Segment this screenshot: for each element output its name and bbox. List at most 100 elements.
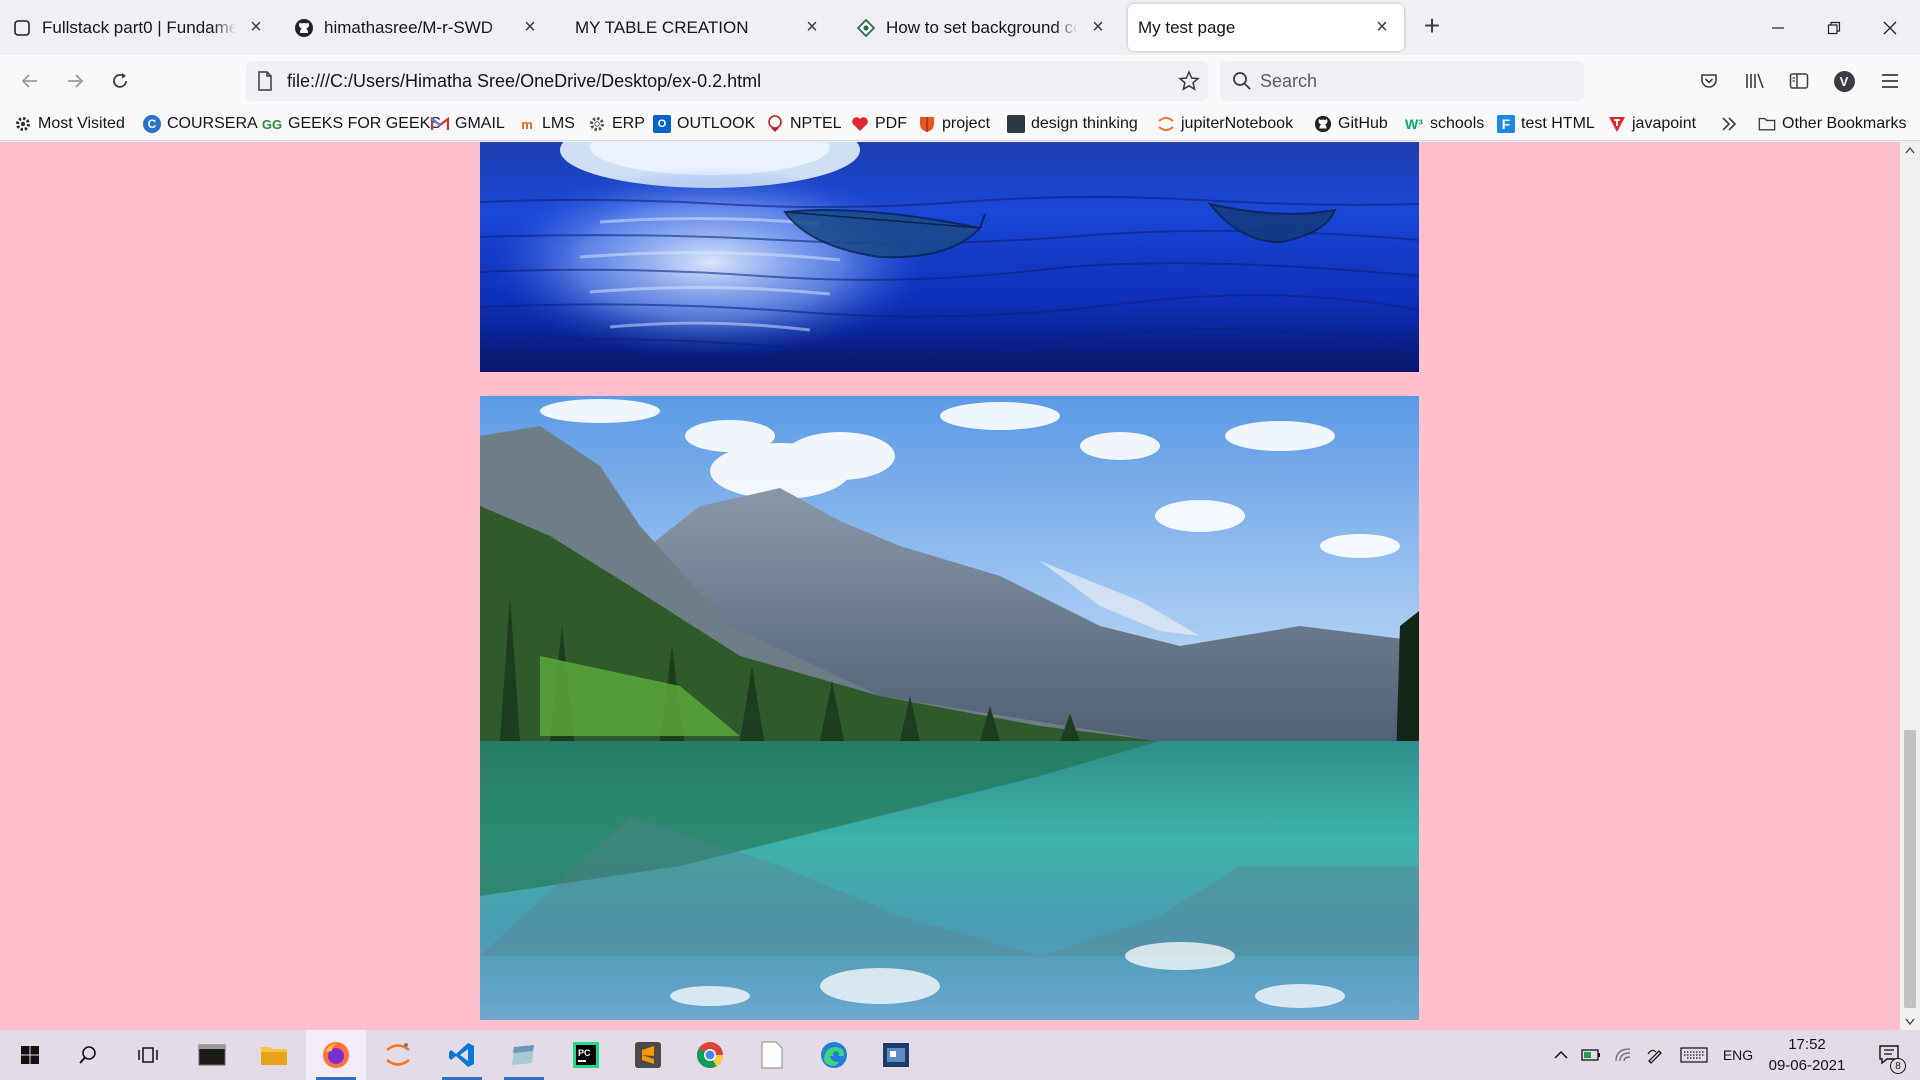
new-tab-button[interactable]: + (1418, 12, 1446, 42)
app-blue[interactable] (494, 1030, 554, 1080)
bookmark-gmail[interactable]: GMAIL (431, 112, 505, 136)
battery-tray-icon[interactable] (1580, 1030, 1602, 1080)
bookmark-label: GitHub (1338, 115, 1388, 132)
page-scrollbar[interactable] (1900, 142, 1920, 1030)
app-window-icon (883, 1043, 909, 1067)
bookmarks-overflow-button[interactable] (1720, 112, 1738, 136)
restore-button[interactable] (1816, 10, 1852, 46)
library-icon[interactable] (1740, 66, 1770, 96)
bookmark-schools[interactable]: W³ schools (1404, 112, 1484, 136)
sidebar-icon[interactable] (1784, 66, 1814, 96)
back-button[interactable] (15, 66, 45, 96)
search-bar[interactable] (1220, 61, 1584, 101)
bookmark-most-visited[interactable]: Most Visited (14, 112, 125, 136)
pycharm-app[interactable]: PC (556, 1030, 616, 1080)
notepad-app[interactable] (742, 1030, 802, 1080)
chevron-double-right-icon (1720, 115, 1738, 133)
tab-fullstack[interactable]: Fullstack part0 | Fundamentals of Web ap… (0, 4, 278, 51)
other-bookmarks-label: Other Bookmarks (1782, 115, 1907, 132)
windows-icon (21, 1046, 39, 1064)
bookmark-coursera[interactable]: C COURSERA (143, 112, 258, 136)
reload-button[interactable] (105, 66, 135, 96)
star-icon[interactable] (1178, 70, 1200, 97)
url-bar[interactable]: file:///C:/Users/Himatha Sree/OneDrive/D… (246, 61, 1208, 101)
close-icon[interactable]: × (802, 17, 822, 38)
url-text[interactable]: file:///C:/Users/Himatha Sree/OneDrive/D… (287, 71, 761, 92)
bookmark-label: OUTLOOK (677, 115, 756, 132)
chevron-up-icon (1554, 1050, 1568, 1059)
scroll-down-icon[interactable] (1905, 1018, 1915, 1026)
close-icon[interactable]: × (1088, 17, 1108, 38)
wifi-tray-icon[interactable] (1612, 1030, 1634, 1080)
firefox-app[interactable] (306, 1030, 366, 1080)
close-icon[interactable]: × (1372, 17, 1392, 38)
bookmark-pdf[interactable]: PDF (851, 112, 907, 136)
forward-button[interactable] (60, 66, 90, 96)
tab-background-color[interactable]: How to set background color × (844, 4, 1120, 51)
start-button[interactable] (0, 1030, 60, 1080)
edge-app[interactable] (804, 1030, 864, 1080)
bookmark-test-html[interactable]: F test HTML (1497, 112, 1595, 136)
close-icon[interactable]: × (246, 17, 266, 38)
wifi-icon (1615, 1048, 1631, 1062)
scrollbar-thumb[interactable] (1904, 730, 1916, 1008)
bookmark-label: jupiterNotebook (1181, 115, 1294, 132)
notifications-button[interactable]: 8 (1870, 1030, 1910, 1080)
profile-letter: V (1833, 70, 1855, 92)
nptel-icon (766, 115, 784, 133)
show-hidden-icons-button[interactable] (1550, 1030, 1572, 1080)
search-taskbar-button[interactable] (58, 1030, 118, 1080)
minimize-button[interactable] (1760, 10, 1796, 46)
gear-icon (588, 115, 606, 133)
menu-icon[interactable] (1875, 66, 1905, 96)
task-view-button[interactable] (118, 1030, 178, 1080)
bookmark-javapoint[interactable]: javapoint (1608, 112, 1696, 136)
tab-my-test-page[interactable]: My test page × (1128, 4, 1404, 51)
chrome-icon (696, 1042, 724, 1069)
sublime-app[interactable] (618, 1030, 678, 1080)
scroll-up-icon[interactable] (1905, 146, 1915, 154)
tab-github[interactable]: himathasree/M-r-SWD × (282, 4, 552, 51)
bookmark-outlook[interactable]: O OUTLOOK (653, 112, 755, 136)
tab-my-table-creation[interactable]: MY TABLE CREATION × (558, 4, 834, 51)
vscode-app[interactable] (432, 1030, 492, 1080)
keyboard-tray-icon[interactable] (1678, 1030, 1710, 1080)
bookmarks-toolbar: Most Visited C COURSERA GG GEEKS FOR GEE… (0, 107, 1920, 141)
vscode-icon (449, 1043, 474, 1067)
other-bookmarks[interactable]: Other Bookmarks (1758, 112, 1906, 136)
bookmark-geeks-for-geeks[interactable]: GG GEEKS FOR GEEKS (262, 112, 441, 136)
tab-title: MY TABLE CREATION (575, 17, 749, 37)
moon-lake-leaves-image (480, 142, 1419, 372)
pocket-icon[interactable] (1694, 66, 1724, 96)
search-input[interactable] (1260, 70, 1560, 92)
coursera-icon: C (143, 115, 161, 133)
pen-tray-icon[interactable] (1644, 1030, 1666, 1080)
chrome-app[interactable] (680, 1030, 740, 1080)
tab-title: My test page (1138, 17, 1236, 37)
pen-icon (1647, 1049, 1662, 1064)
clock[interactable]: 17:52 09-06-2021 (1752, 1034, 1862, 1076)
bookmark-design-thinking[interactable]: design thinking (1007, 112, 1138, 136)
jupyter-icon (1157, 115, 1175, 133)
bookmark-project[interactable]: project (918, 112, 990, 136)
bookmark-nptel[interactable]: NPTEL (766, 112, 842, 136)
bookmark-erp[interactable]: ERP (588, 112, 645, 136)
window-app-icon (512, 1045, 534, 1065)
app-photo[interactable] (866, 1030, 926, 1080)
terminal-app[interactable] (182, 1030, 242, 1080)
bookmark-label: javapoint (1632, 115, 1697, 132)
file-explorer-app[interactable] (244, 1030, 304, 1080)
outlook-icon: O (653, 115, 671, 133)
bookmark-lms[interactable]: m LMS (518, 112, 575, 136)
jupyter-app[interactable] (368, 1030, 428, 1080)
bookmark-label: test HTML (1521, 115, 1595, 132)
close-window-button[interactable] (1872, 10, 1908, 46)
bookmark-label: GMAIL (455, 115, 505, 132)
bookmark-github[interactable]: GitHub (1314, 112, 1388, 136)
lms-icon: m (521, 116, 533, 132)
mountain-lake-image (480, 396, 1419, 1020)
close-icon[interactable]: × (520, 17, 540, 38)
profile-avatar[interactable]: V (1829, 66, 1859, 96)
bookmark-jupiter-notebook[interactable]: jupiterNotebook (1157, 112, 1293, 136)
search-icon (79, 1046, 96, 1064)
